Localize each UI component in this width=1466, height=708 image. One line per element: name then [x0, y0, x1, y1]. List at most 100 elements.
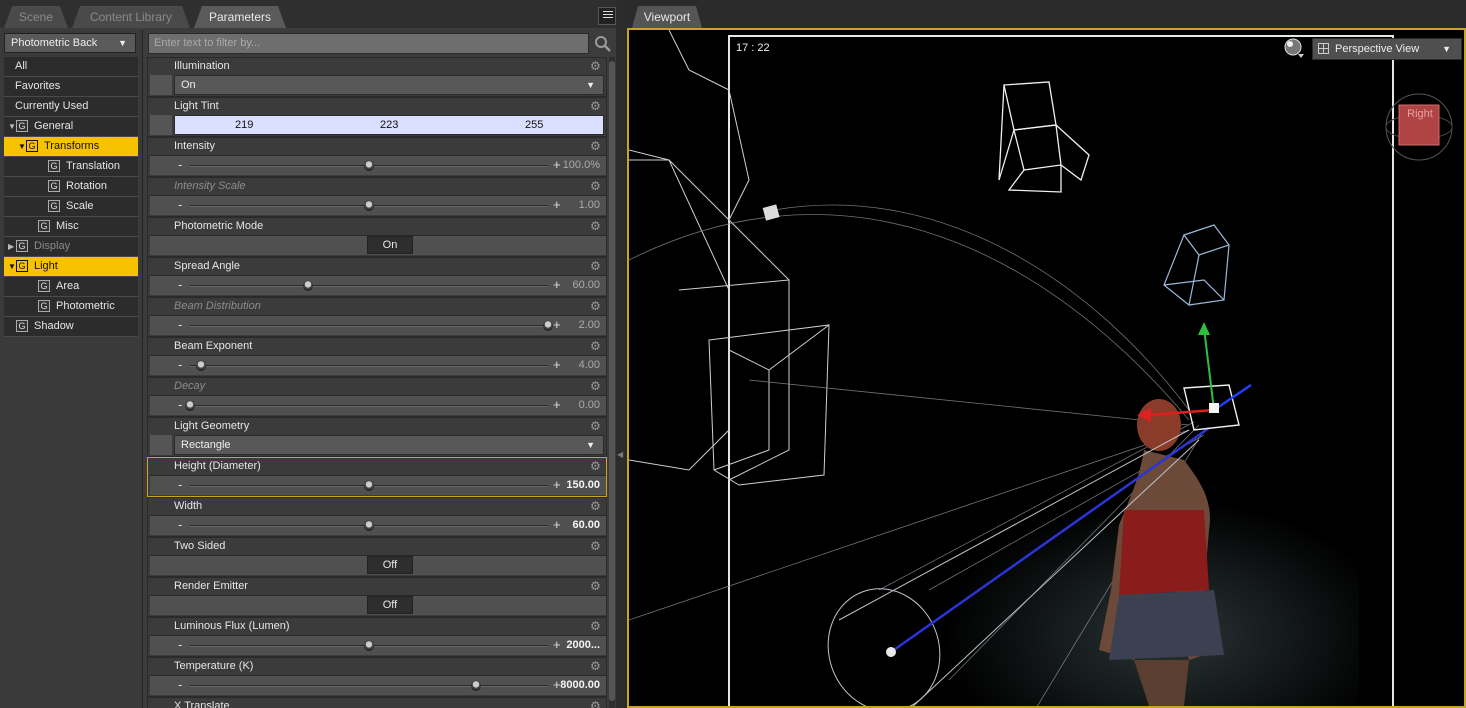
tree-item-favorites[interactable]: Favorites [4, 77, 138, 97]
tree-item-misc[interactable]: G Misc [4, 217, 138, 237]
gear-icon[interactable]: ⚙ [590, 660, 602, 672]
param-value[interactable]: 60.00 [572, 279, 600, 291]
increment-icon[interactable]: + [553, 398, 561, 412]
gear-icon[interactable]: ⚙ [590, 60, 602, 72]
tree-item-rotation[interactable]: G Rotation [4, 177, 138, 197]
param-beam-distribution[interactable]: Beam Distribution ⚙ - +2.00 [147, 297, 607, 337]
decrement-icon[interactable]: - [178, 318, 182, 332]
slider-knob[interactable] [364, 160, 374, 171]
tree-item-translation[interactable]: G Translation [4, 157, 138, 177]
scene-render[interactable] [629, 30, 1464, 706]
collapse-arrow-icon[interactable]: ▼ [18, 137, 26, 156]
collapse-arrow-icon[interactable]: ▼ [8, 117, 16, 136]
preset-select[interactable]: Photometric Back ▼ [4, 33, 136, 53]
increment-icon[interactable]: + [553, 158, 561, 172]
decrement-icon[interactable]: - [178, 518, 182, 532]
param-intensity-scale[interactable]: Intensity Scale ⚙ - +1.00 [147, 177, 607, 217]
slider-knob[interactable] [303, 280, 314, 291]
param-decay[interactable]: Decay ⚙ - +0.00 [147, 377, 607, 417]
gear-icon[interactable]: ⚙ [590, 380, 602, 392]
param-dropdown[interactable]: On ▼ [174, 75, 604, 95]
gear-icon[interactable]: ⚙ [590, 580, 602, 592]
render-style-icon[interactable] [1284, 38, 1304, 58]
tab-scene[interactable]: Scene [4, 6, 68, 28]
toggle-button[interactable]: On [367, 236, 413, 254]
view-select[interactable]: Perspective View ▼ [1312, 38, 1462, 60]
slider-knob[interactable] [364, 480, 374, 491]
slider-knob[interactable] [364, 200, 374, 211]
param-value[interactable]: 2000... [566, 639, 600, 651]
increment-icon[interactable]: + [553, 318, 561, 332]
slider-knob[interactable] [364, 640, 374, 651]
decrement-icon[interactable]: - [178, 678, 182, 692]
decrement-icon[interactable]: - [178, 278, 182, 292]
tree-item-area[interactable]: G Area [4, 277, 138, 297]
gear-icon[interactable]: ⚙ [590, 100, 602, 112]
pane-menu-button[interactable] [598, 7, 616, 25]
filter-input[interactable]: Enter text to filter by... [148, 33, 589, 54]
slider-track[interactable] [190, 365, 548, 367]
slider-control[interactable]: - +2.00 [150, 315, 606, 335]
slider-control[interactable]: - +60.00 [150, 275, 606, 295]
color-channel-b[interactable]: 255 [525, 119, 543, 131]
gear-icon[interactable]: ⚙ [590, 340, 602, 352]
tab-content-library[interactable]: Content Library [72, 6, 190, 28]
increment-icon[interactable]: + [553, 278, 561, 292]
param-value[interactable]: 8000.00 [560, 679, 600, 691]
search-icon[interactable] [594, 35, 612, 53]
tree-item-photometric[interactable]: G Photometric [4, 297, 138, 317]
view-cube[interactable] [1384, 92, 1454, 162]
viewport-canvas[interactable]: 17 : 22 Perspective View ▼ Right [627, 28, 1466, 708]
param-height-diameter[interactable]: Height (Diameter) ⚙ - +150.00 [147, 457, 607, 497]
slider-control[interactable]: - +0.00 [150, 395, 606, 415]
param-luminous-flux-lumen[interactable]: Luminous Flux (Lumen) ⚙ - +2000... [147, 617, 607, 657]
collapse-arrow-icon[interactable]: ▼ [8, 257, 16, 276]
slider-control[interactable]: - +150.00 [150, 475, 606, 495]
slider-knob[interactable] [471, 680, 482, 691]
gear-icon[interactable]: ⚙ [590, 500, 602, 512]
slider-control[interactable]: - +4.00 [150, 355, 606, 375]
param-light-tint[interactable]: Light Tint ⚙ 219 223 255 [147, 97, 607, 137]
gear-icon[interactable]: ⚙ [590, 540, 602, 552]
increment-icon[interactable]: + [553, 198, 561, 212]
slider-knob[interactable] [543, 320, 553, 331]
param-light-geometry[interactable]: Light Geometry ⚙ Rectangle ▼ [147, 417, 607, 457]
tree-item-display[interactable]: ▶ G Display [4, 237, 138, 257]
slider-control[interactable]: - +60.00 [150, 515, 606, 535]
pane-splitter[interactable]: ◀ [616, 0, 624, 708]
gear-icon[interactable]: ⚙ [590, 260, 602, 272]
tab-parameters[interactable]: Parameters [194, 6, 286, 28]
decrement-icon[interactable]: - [178, 198, 182, 212]
decrement-icon[interactable]: - [178, 398, 182, 412]
increment-icon[interactable]: + [553, 518, 561, 532]
slider-control[interactable]: - +2000... [150, 635, 606, 655]
param-two-sided[interactable]: Two Sided ⚙ Off [147, 537, 607, 577]
param-dropdown[interactable]: Rectangle ▼ [174, 435, 604, 455]
param-value[interactable]: 60.00 [572, 519, 600, 531]
toggle-button[interactable]: Off [367, 556, 413, 574]
expand-arrow-icon[interactable]: ▶ [8, 237, 14, 256]
param-spread-angle[interactable]: Spread Angle ⚙ - +60.00 [147, 257, 607, 297]
slider-track[interactable] [190, 325, 548, 327]
increment-icon[interactable]: + [553, 358, 561, 372]
tree-item-shadow[interactable]: G Shadow [4, 317, 138, 337]
param-value[interactable]: 2.00 [579, 319, 600, 331]
gear-icon[interactable]: ⚙ [590, 700, 602, 708]
tree-item-general[interactable]: ▼ G General [4, 117, 138, 137]
slider-control[interactable]: - +1.00 [150, 195, 606, 215]
tree-item-all[interactable]: All [4, 57, 138, 77]
decrement-icon[interactable]: - [178, 158, 182, 172]
gear-icon[interactable]: ⚙ [590, 460, 602, 472]
param-intensity[interactable]: Intensity ⚙ - +100.0% [147, 137, 607, 177]
decrement-icon[interactable]: - [178, 358, 182, 372]
param-value[interactable]: 150.00 [566, 479, 600, 491]
tab-viewport[interactable]: Viewport [632, 6, 702, 28]
tree-item-transforms[interactable]: ▼ G Transforms [4, 137, 138, 157]
slider-track[interactable] [190, 285, 548, 287]
gear-icon[interactable]: ⚙ [590, 140, 602, 152]
toggle-button[interactable]: Off [367, 596, 413, 614]
param-render-emitter[interactable]: Render Emitter ⚙ Off [147, 577, 607, 617]
gear-icon[interactable]: ⚙ [590, 620, 602, 632]
param-value[interactable]: 0.00 [579, 399, 600, 411]
decrement-icon[interactable]: - [178, 638, 182, 652]
